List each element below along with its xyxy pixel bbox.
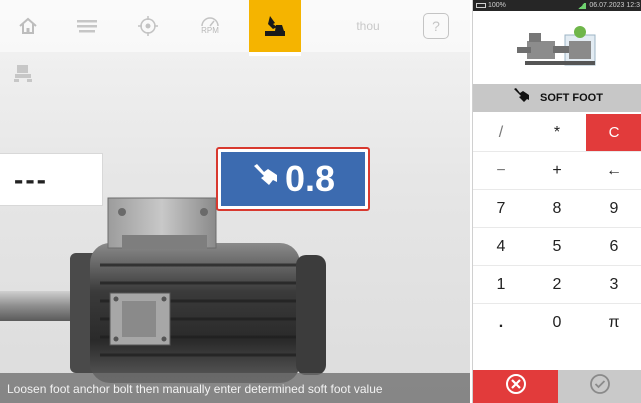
home-icon <box>18 16 38 36</box>
status-text: Loosen foot anchor bolt then manually en… <box>7 382 383 396</box>
system-status-bar: 100% 06.07.2023 12:3 <box>473 0 641 11</box>
machine-list-button[interactable] <box>65 6 109 46</box>
signal-icon <box>577 2 587 9</box>
action-bar <box>473 370 641 403</box>
key-1[interactable]: 1 <box>473 266 529 303</box>
settings-target-icon <box>137 15 159 37</box>
mode-header: SOFT FOOT <box>473 84 641 112</box>
previous-value: --- <box>14 163 48 195</box>
home-button[interactable] <box>6 6 50 46</box>
help-icon: ? <box>423 13 449 39</box>
hand-push-icon <box>512 87 530 109</box>
soft-foot-value-field[interactable]: 0.8 <box>216 147 370 211</box>
help-button[interactable]: ? <box>414 6 458 46</box>
units-button[interactable]: thou <box>346 6 390 46</box>
key-multiply[interactable]: * <box>529 114 585 151</box>
key-3[interactable]: 3 <box>586 266 641 303</box>
mode-label: SOFT FOOT <box>540 92 603 104</box>
key-9[interactable]: 9 <box>586 190 641 227</box>
machine-feet-button[interactable] <box>8 60 38 90</box>
machine-thumbnail[interactable] <box>473 12 641 82</box>
key-6[interactable]: 6 <box>586 228 641 265</box>
key-8[interactable]: 8 <box>529 190 585 227</box>
battery-icon <box>476 3 486 8</box>
hand-press-icon <box>251 158 285 200</box>
key-0[interactable]: 0 <box>529 304 585 341</box>
soft-foot-icon <box>262 14 288 38</box>
key-plus[interactable]: + <box>529 152 585 189</box>
machine-feet-icon <box>12 62 34 89</box>
key-2[interactable]: 2 <box>529 266 585 303</box>
units-label: thou <box>356 19 380 33</box>
key-divide[interactable]: / <box>473 114 529 151</box>
motor-illustration <box>0 197 326 383</box>
cancel-button[interactable] <box>473 370 558 403</box>
target-settings-button[interactable] <box>126 6 170 46</box>
key-backspace[interactable]: ← <box>586 152 641 189</box>
soft-foot-value-display: 0.8 <box>221 152 365 206</box>
key-5[interactable]: 5 <box>529 228 585 265</box>
right-panel: 100% 06.07.2023 12:3 SOFT FOOT / * C − +… <box>472 0 641 403</box>
key-pi[interactable]: π <box>586 304 641 341</box>
soft-foot-value: 0.8 <box>284 158 336 199</box>
confirm-check-icon <box>589 373 611 400</box>
confirm-button[interactable] <box>558 370 641 403</box>
status-message: Loosen foot anchor bolt then manually en… <box>0 373 470 403</box>
soft-foot-tab[interactable] <box>249 0 301 56</box>
battery-level: 100% <box>488 2 506 9</box>
key-7[interactable]: 7 <box>473 190 529 227</box>
key-minus[interactable]: − <box>473 152 529 189</box>
machine-list-icon <box>76 18 98 34</box>
key-decimal[interactable]: . <box>473 304 529 341</box>
key-clear[interactable]: C <box>586 114 641 151</box>
machine-train-icon <box>516 26 595 66</box>
measurement-view: RPM thou ? --- 0.8 Loosen foot anchor bo… <box>0 0 470 403</box>
rpm-button[interactable]: RPM <box>188 6 232 46</box>
top-toolbar: RPM thou ? <box>0 0 470 56</box>
rpm-label: RPM <box>201 26 219 35</box>
datetime: 06.07.2023 12:3 <box>589 2 640 9</box>
cancel-circle-icon <box>505 373 527 400</box>
key-4[interactable]: 4 <box>473 228 529 265</box>
